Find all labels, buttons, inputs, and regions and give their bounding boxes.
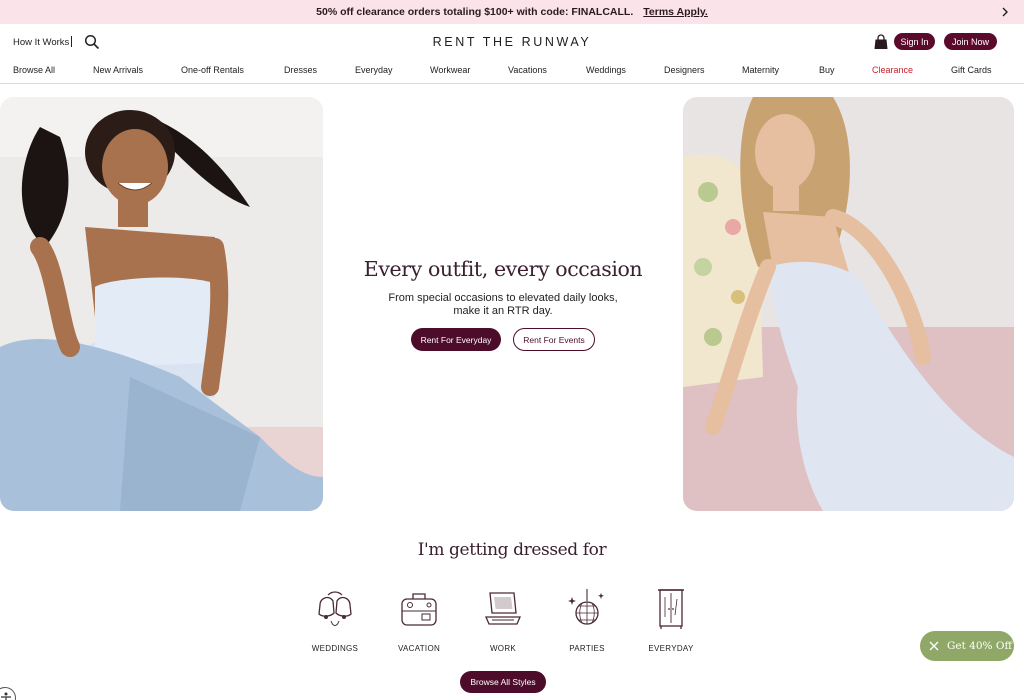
occasion-label: VACATION — [397, 644, 441, 653]
occasion-parties[interactable]: PARTIES — [545, 587, 629, 653]
chevron-right-icon[interactable] — [998, 5, 1012, 19]
get-offer-button[interactable]: Get 40% Off — [920, 631, 1014, 661]
sign-in-button[interactable]: Sign In — [894, 33, 935, 50]
occasion-label: EVERYDAY — [648, 644, 694, 653]
hero-subtitle-line-2: make it an RTR day. — [453, 304, 553, 317]
shopping-bag-icon[interactable] — [873, 34, 889, 50]
model-photo-right — [683, 97, 1014, 511]
main-navigation: Browse All New Arrivals One-off Rentals … — [0, 60, 1024, 84]
hero-subtitle-line-1: From special occasions to elevated daily… — [388, 292, 618, 304]
occasion-vacation[interactable]: VACATION — [377, 587, 461, 653]
wardrobe-icon — [658, 589, 684, 629]
nav-everyday[interactable]: Everyday — [355, 65, 393, 75]
nav-browse-all[interactable]: Browse All — [13, 65, 55, 75]
nav-designers[interactable]: Designers — [664, 65, 705, 75]
nav-one-off-rentals[interactable]: One-off Rentals — [181, 65, 244, 75]
nav-buy[interactable]: Buy — [819, 65, 835, 75]
nav-clearance[interactable]: Clearance — [872, 65, 913, 75]
nav-dresses[interactable]: Dresses — [284, 65, 317, 75]
occasion-work[interactable]: WORK — [461, 587, 545, 653]
hero-image-left[interactable] — [0, 97, 323, 511]
hero-image-right[interactable] — [683, 97, 1014, 511]
promo-banner: 50% off clearance orders totaling $100+ … — [0, 0, 1024, 24]
site-header: How It Works RENT THE RUNWAY Sign In Joi… — [0, 24, 1024, 60]
join-now-button[interactable]: Join Now — [944, 33, 997, 50]
occasion-label: PARTIES — [569, 644, 605, 653]
nav-gift-cards[interactable]: Gift Cards — [951, 65, 992, 75]
occasion-label: WORK — [489, 644, 517, 653]
occasion-weddings[interactable]: WEDDINGS — [293, 587, 377, 653]
nav-weddings[interactable]: Weddings — [586, 65, 626, 75]
occasions-heading: I'm getting dressed for — [417, 540, 607, 560]
occasion-everyday[interactable]: EVERYDAY — [629, 587, 713, 653]
rent-for-events-button[interactable]: Rent For Events — [513, 328, 595, 351]
nav-maternity[interactable]: Maternity — [742, 65, 779, 75]
model-photo-left — [0, 97, 323, 511]
offer-label: Get 40% Off — [947, 640, 1012, 652]
disco-ball-icon — [568, 589, 604, 625]
close-icon[interactable] — [929, 641, 939, 651]
hero-title: Every outfit, every occasion — [363, 257, 643, 281]
nav-new-arrivals[interactable]: New Arrivals — [93, 65, 143, 75]
occasion-label: WEDDINGS — [311, 644, 359, 653]
accessibility-icon[interactable] — [0, 687, 16, 700]
browse-all-styles-button[interactable]: Browse All Styles — [460, 671, 546, 693]
laptop-icon — [485, 592, 521, 625]
hero-subtitle: From special occasions to elevated daily… — [333, 292, 673, 317]
rent-for-everyday-button[interactable]: Rent For Everyday — [411, 328, 501, 351]
accessibility-figure-icon — [1, 692, 11, 700]
nav-workwear[interactable]: Workwear — [430, 65, 470, 75]
site-logo[interactable]: RENT THE RUNWAY — [0, 35, 1024, 49]
suitcase-icon — [401, 593, 437, 626]
nav-vacations[interactable]: Vacations — [508, 65, 547, 75]
promo-message: 50% off clearance orders totaling $100+ … — [316, 6, 634, 18]
wedding-bells-icon — [318, 591, 352, 626]
terms-link[interactable]: Terms Apply. — [643, 6, 708, 18]
